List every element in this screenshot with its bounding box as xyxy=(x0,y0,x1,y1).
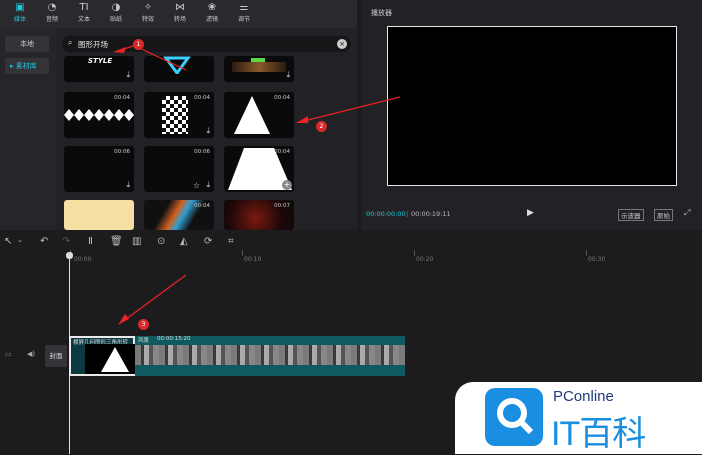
product-text: IT百科 xyxy=(551,415,646,453)
watermark: PConline IT百科 xyxy=(455,382,702,454)
annotation-1: 1 xyxy=(133,39,144,50)
annotation-3: 3 xyxy=(138,319,149,330)
logo-icon xyxy=(485,388,543,446)
annotation-2: 2 xyxy=(316,121,327,132)
brand-text: PConline xyxy=(553,388,614,405)
